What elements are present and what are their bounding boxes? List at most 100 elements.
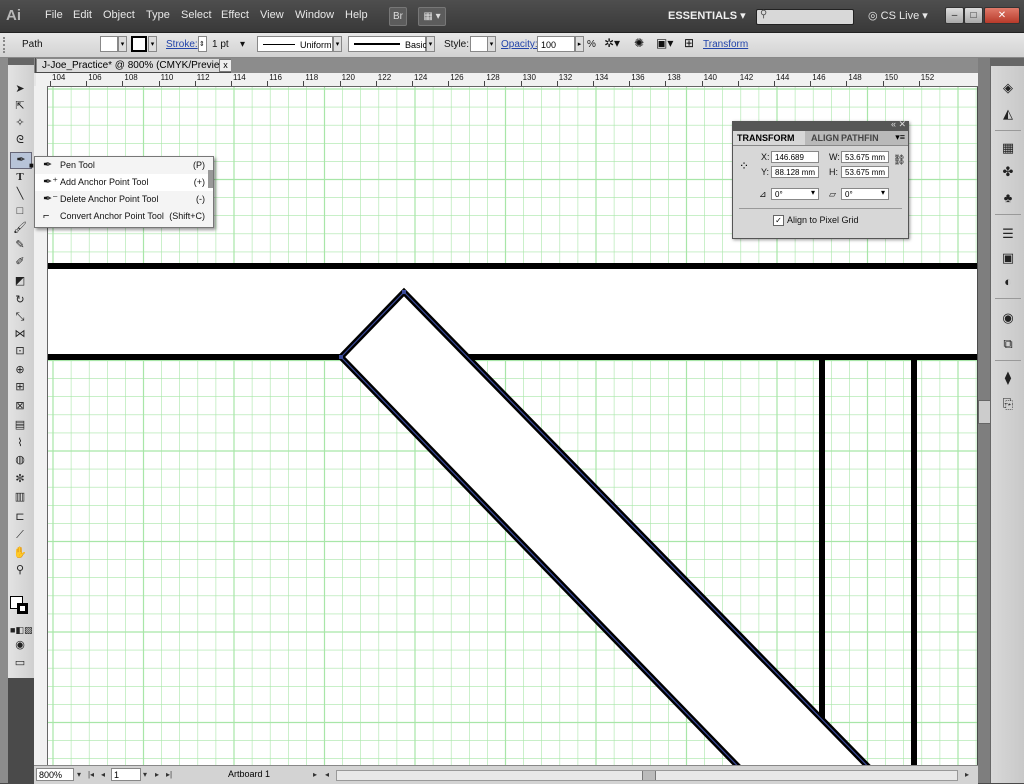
cs-live-menu[interactable]: ◎ CS Live ▾: [868, 9, 928, 22]
fill-dropdown[interactable]: ▾: [118, 36, 127, 52]
color-icon[interactable]: ◭: [999, 106, 1017, 122]
maximize-button[interactable]: □: [964, 7, 983, 24]
horizontal-scrollbar[interactable]: [336, 770, 958, 781]
menu-item-delete-anchor-point-tool[interactable]: ✒⁻ Delete Anchor Point Tool (-): [35, 191, 213, 208]
arrange-documents-button[interactable]: ▦ ▾: [418, 7, 446, 26]
blob-brush-tool-icon[interactable]: ✐: [10, 255, 30, 270]
scroll-left-icon[interactable]: ◂: [322, 768, 332, 781]
layers-icon[interactable]: ⧫: [999, 370, 1017, 386]
first-artboard-icon[interactable]: |◂: [86, 768, 96, 781]
bridge-button[interactable]: Br: [389, 7, 407, 26]
menu-item-pen-tool[interactable]: ■ ✒ Pen Tool (P): [29, 157, 213, 174]
menu-view[interactable]: View: [260, 9, 284, 21]
artboards-icon[interactable]: ⎘: [999, 396, 1017, 412]
recolor-artwork-icon[interactable]: ✲▾: [604, 36, 620, 50]
stroke-label[interactable]: Stroke:: [166, 39, 198, 50]
menu-object[interactable]: Object: [103, 9, 135, 21]
shear-dropdown[interactable]: ▾: [881, 188, 885, 197]
rotate-dropdown[interactable]: ▾: [811, 188, 815, 197]
menu-help[interactable]: Help: [345, 9, 368, 21]
gradient-icon[interactable]: ▣: [999, 250, 1017, 266]
menu-edit[interactable]: Edit: [73, 9, 92, 21]
zoom-level[interactable]: 800%: [36, 768, 74, 781]
tab-transform[interactable]: TRANSFORM: [733, 131, 805, 145]
opacity-dropdown[interactable]: ▸: [575, 36, 584, 52]
x-input[interactable]: 146.689 mm: [771, 151, 819, 174]
graphic-styles-icon[interactable]: ⧉: [999, 336, 1017, 352]
opacity-label[interactable]: Opacity:: [501, 39, 538, 50]
rectangle-tool-icon[interactable]: □: [10, 204, 30, 219]
transparency-icon[interactable]: ◐: [999, 274, 1017, 290]
reference-point-icon[interactable]: ⁘: [739, 158, 755, 174]
menu-item-add-anchor-point-tool[interactable]: ✒⁺ Add Anchor Point Tool (+): [35, 174, 213, 191]
document-setup-icon[interactable]: ✺: [634, 36, 644, 50]
mesh-tool-icon[interactable]: ⊠: [10, 399, 30, 414]
draw-mode-icon[interactable]: ◉: [10, 638, 30, 653]
profile-dropdown[interactable]: ▾: [333, 36, 342, 52]
variable-width-profile[interactable]: Uniform: [257, 36, 333, 52]
brush-dropdown[interactable]: ▾: [426, 36, 435, 52]
artboard-number-dropdown[interactable]: ▾: [140, 768, 150, 781]
brush-definition[interactable]: Basic: [348, 36, 427, 52]
menu-item-convert-anchor-point-tool[interactable]: ⌐ Convert Anchor Point Tool (Shift+C): [35, 208, 213, 225]
height-input[interactable]: 53.675 mm: [841, 166, 889, 178]
screen-mode-icon[interactable]: ▭: [10, 656, 30, 671]
scroll-right-icon[interactable]: ▸: [962, 768, 972, 781]
next-artboard-icon[interactable]: ▸: [152, 768, 162, 781]
document-tab[interactable]: J-Joe_Practice* @ 800% (CMYK/Preview): [36, 58, 231, 72]
stroke-dropdown[interactable]: ▾: [148, 36, 157, 52]
menu-select[interactable]: Select: [181, 9, 212, 21]
rotate-tool-icon[interactable]: ↻: [10, 293, 30, 308]
hand-tool-icon[interactable]: ✋: [10, 546, 30, 561]
eraser-tool-icon[interactable]: ◩: [10, 274, 30, 289]
transform-reference-icon[interactable]: ⊞: [684, 36, 694, 50]
stroke-swatch[interactable]: [131, 36, 147, 52]
stroke-icon[interactable]: ☰: [999, 226, 1017, 242]
style-dropdown[interactable]: ▾: [487, 36, 496, 52]
stroke-weight-value[interactable]: 1 pt: [212, 39, 229, 50]
direct-selection-tool-icon[interactable]: ⇱: [10, 99, 30, 114]
symbol-sprayer-tool-icon[interactable]: ✼: [10, 472, 30, 487]
workspace-switcher[interactable]: ESSENTIALS ▾: [668, 9, 746, 22]
menu-effect[interactable]: Effect: [221, 9, 249, 21]
close-button[interactable]: ✕: [984, 7, 1020, 24]
magic-wand-tool-icon[interactable]: ✧: [10, 116, 30, 131]
color-mode-icons[interactable]: ■◧▨: [10, 623, 32, 638]
last-artboard-icon[interactable]: ▸|: [164, 768, 174, 781]
type-tool-icon[interactable]: T: [10, 170, 30, 185]
horizontal-ruler[interactable]: 104 106 108 110 112 114 116 118 120 122 124 126 128 1…: [36, 73, 978, 87]
stroke-color-icon[interactable]: [17, 603, 28, 614]
close-panel-icon[interactable]: ✕: [898, 119, 906, 130]
lasso-tool-icon[interactable]: ᘓ: [10, 133, 30, 148]
style-swatch[interactable]: [470, 36, 488, 52]
selection-tool-icon[interactable]: ➤: [10, 82, 30, 97]
gradient-tool-icon[interactable]: ▤: [10, 418, 30, 433]
perspective-grid-tool-icon[interactable]: ⊞: [10, 380, 30, 395]
dock-header[interactable]: [991, 58, 1024, 66]
menu-type[interactable]: Type: [146, 9, 170, 21]
zoom-tool-icon[interactable]: ⚲: [10, 563, 30, 578]
previous-artboard-icon[interactable]: ◂: [98, 768, 108, 781]
minimize-button[interactable]: –: [945, 7, 964, 24]
zoom-dropdown[interactable]: ▾: [74, 768, 84, 781]
opacity-input[interactable]: 100: [537, 36, 575, 52]
menu-file[interactable]: File: [45, 9, 63, 21]
stroke-weight-dropdown[interactable]: ▾: [240, 39, 245, 50]
eyedropper-tool-icon[interactable]: ⌇: [10, 436, 30, 451]
panel-title-bar[interactable]: « ✕: [733, 119, 908, 131]
paintbrush-tool-icon[interactable]: 🖌: [10, 221, 30, 236]
slice-tool-icon[interactable]: ⟋: [10, 528, 30, 543]
swatches-icon[interactable]: ▦: [999, 140, 1017, 156]
align-icon[interactable]: ▣▾: [656, 36, 673, 50]
scale-tool-icon[interactable]: ⤡: [10, 310, 30, 325]
search-input[interactable]: ⚲: [756, 9, 854, 25]
symbols-icon[interactable]: ♣: [999, 190, 1017, 206]
artboard-number[interactable]: 1: [111, 768, 141, 781]
color-guide-icon[interactable]: ◈: [999, 80, 1017, 96]
line-tool-icon[interactable]: ╲: [10, 187, 30, 202]
flyout-tearoff-tab[interactable]: [208, 170, 213, 188]
shape-builder-tool-icon[interactable]: ⊕: [10, 363, 30, 378]
appearance-icon[interactable]: ◉: [999, 310, 1017, 326]
free-transform-tool-icon[interactable]: ⊡: [10, 344, 30, 359]
constrain-proportions-icon[interactable]: ⛓: [893, 155, 906, 166]
